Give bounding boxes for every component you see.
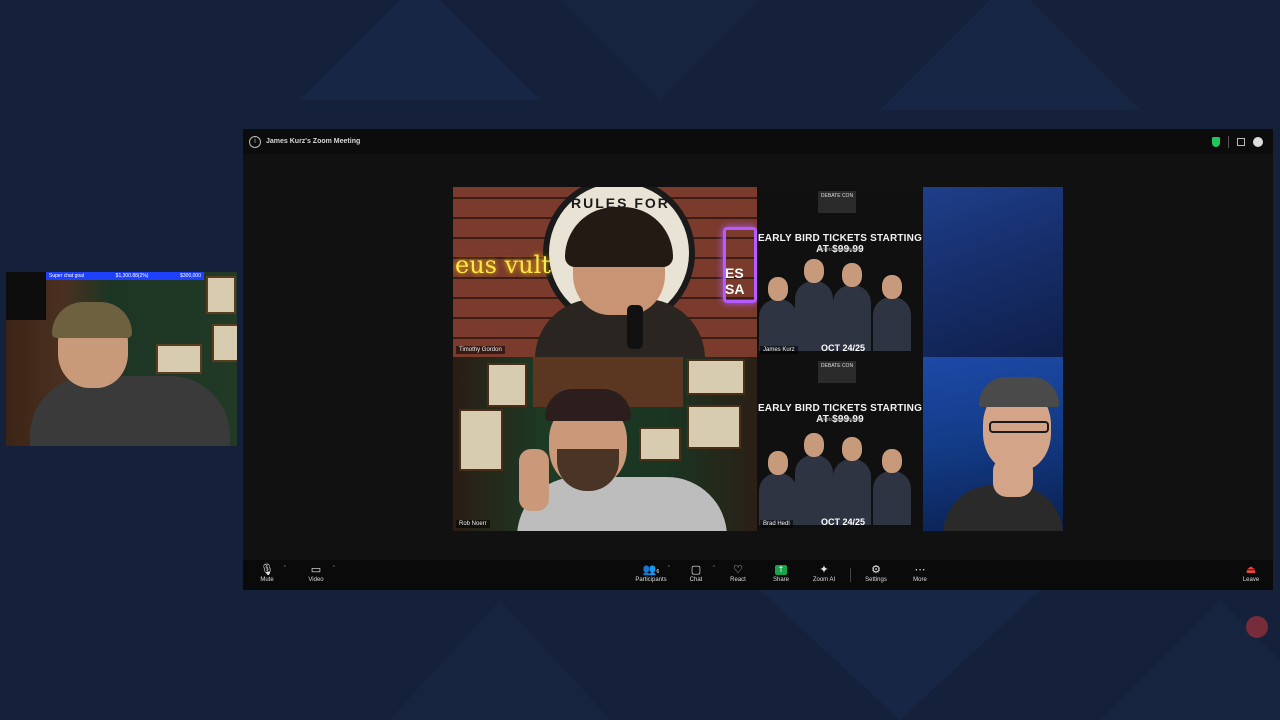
video-tile-brad-hedl[interactable]: DEBATE CON EARLY BIRD TICKETS STARTING A… xyxy=(757,357,923,531)
neon-sign-right: ES SA xyxy=(725,265,745,297)
debate-con-badge: DEBATE CON xyxy=(818,191,856,213)
participants-options-chevron-icon[interactable]: ^ xyxy=(668,565,670,571)
zoom-ai-button[interactable]: ✦ Zoom AI xyxy=(807,563,841,583)
titlebar-divider xyxy=(1228,136,1229,148)
chat-icon: ▢ xyxy=(690,563,702,576)
title-bar: i James Kurz's Zoom Meeting xyxy=(243,129,1273,154)
video-label: Video xyxy=(308,577,324,583)
window-title: James Kurz's Zoom Meeting xyxy=(266,138,361,145)
chat-button[interactable]: ▢ Chat ^ xyxy=(679,563,715,583)
participants-icon: 👥6 xyxy=(642,563,660,576)
video-button[interactable]: ▭ Video ^ xyxy=(299,563,335,583)
more-icon: ⋯ xyxy=(914,563,926,576)
channel-logo-watermark xyxy=(1246,616,1268,638)
view-layout-icon[interactable] xyxy=(1237,138,1245,146)
gear-icon: ⚙ xyxy=(871,563,881,576)
meeting-toolbar: 🎙 Mute ^ ▭ Video ^ 👥6 Participants ^ ▢ C… xyxy=(243,560,1273,590)
video-tile-timothy-gordon[interactable]: RULES FOR eus vult ES SA Timothy Gordon xyxy=(453,187,757,357)
share-icon: ↑ xyxy=(775,565,787,575)
neon-sign-left: eus vult xyxy=(455,251,551,279)
streamer-webcam: Super chat goal $1,300.88(2%) $300,000 xyxy=(6,272,237,446)
participants-label: Participants xyxy=(635,577,667,583)
meeting-info-icon[interactable]: i xyxy=(249,135,261,148)
leave-icon: ⏏ xyxy=(1245,563,1257,576)
video-tile-rob-noerr[interactable]: Rob Noerr xyxy=(453,357,757,531)
settings-button[interactable]: ⚙ Settings xyxy=(859,563,893,583)
microphone-icon: 🎙 xyxy=(260,563,274,576)
share-label: Share xyxy=(772,577,789,583)
video-options-chevron-icon[interactable]: ^ xyxy=(333,565,335,571)
react-label: React xyxy=(730,577,746,583)
video-tile-empty xyxy=(923,187,1063,357)
camera-icon: ▭ xyxy=(310,563,322,576)
more-button[interactable]: ⋯ More xyxy=(903,563,937,583)
mute-label: Mute xyxy=(260,577,274,583)
minimize-icon[interactable] xyxy=(1253,137,1263,147)
video-tile-james-kurz[interactable]: DEBATE CON EARLY BIRD TICKETS STARTING A… xyxy=(757,187,923,357)
promo-subline: tickets linked below xyxy=(818,417,862,423)
mute-button[interactable]: 🎙 Mute ^ xyxy=(250,563,286,583)
sparkle-icon: ✦ xyxy=(819,563,829,576)
heart-icon: ♡ xyxy=(733,563,743,576)
super-chat-goal-bar: Super chat goal $1,300.88(2%) $300,000 xyxy=(46,272,204,280)
microphone xyxy=(627,305,643,349)
promo-date: OCT 24/25 xyxy=(821,343,866,353)
zoom-ai-label: Zoom AI xyxy=(812,577,836,583)
video-grid: RULES FOR eus vult ES SA Timothy Gordon … xyxy=(453,187,1063,531)
participant-name: Timothy Gordon xyxy=(456,346,505,354)
goal-target: $300,000 xyxy=(180,273,201,279)
debate-con-badge: DEBATE CON xyxy=(818,361,856,383)
goal-label: Super chat goal xyxy=(49,273,85,279)
promo-photo xyxy=(757,256,923,351)
participant-name: Brad Hedl xyxy=(760,520,793,528)
participants-button[interactable]: 👥6 Participants ^ xyxy=(634,563,670,583)
settings-label: Settings xyxy=(865,577,887,583)
mute-options-chevron-icon[interactable]: ^ xyxy=(284,565,286,571)
more-label: More xyxy=(913,577,927,583)
leave-button[interactable]: ⏏ Leave xyxy=(1234,563,1268,583)
encryption-shield-icon[interactable] xyxy=(1212,137,1220,147)
participant-name: Rob Noerr xyxy=(456,520,490,528)
goal-progress: $1,300.88(2%) xyxy=(115,273,149,279)
promo-subline: tickets linked below xyxy=(818,247,862,253)
promo-photo xyxy=(757,430,923,525)
participants-count: 6 xyxy=(656,569,660,575)
leave-label: Leave xyxy=(1242,577,1260,583)
share-button[interactable]: ↑ Share xyxy=(764,563,798,583)
video-tile-participant-cap[interactable] xyxy=(923,357,1063,531)
participant-name: James Kurz xyxy=(760,346,798,354)
promo-date: OCT 24/25 xyxy=(821,517,866,527)
chat-label: Chat xyxy=(689,577,703,583)
react-button[interactable]: ♡ React xyxy=(721,563,755,583)
zoom-meeting-window: i James Kurz's Zoom Meeting RULES FOR eu… xyxy=(243,129,1273,590)
chat-options-chevron-icon[interactable]: ^ xyxy=(713,565,715,571)
toolbar-divider xyxy=(850,568,851,582)
side-note-image xyxy=(6,272,46,320)
